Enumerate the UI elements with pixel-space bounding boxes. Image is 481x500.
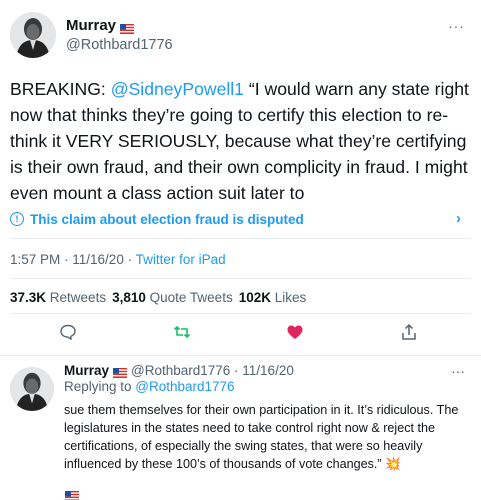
author-name-row[interactable]: Murray [66, 17, 135, 34]
replying-to: Replying to @Rothbard1776 [64, 379, 235, 394]
us-flag-icon [113, 366, 128, 378]
divider [10, 238, 471, 239]
retweets-count: 37.3K [10, 290, 47, 305]
reply-header: Murray @Rothbard1776 · 11/16/20 [64, 363, 294, 378]
more-options-icon[interactable]: ··· [448, 18, 465, 34]
reply-meta[interactable]: @Rothbard1776 · 11/16/20 [131, 363, 294, 378]
author-handle[interactable]: @Rothbard1776 [66, 37, 173, 53]
replying-prefix: Replying to [64, 379, 136, 394]
tweet-source[interactable]: Twitter for iPad [136, 252, 226, 267]
comment-icon [60, 324, 76, 340]
heart-icon [287, 325, 303, 339]
share-icon [402, 323, 416, 340]
tweet-text-prefix: BREAKING: [10, 79, 111, 99]
retweets-stat[interactable]: 37.3K Retweets [10, 290, 106, 305]
more-options-icon[interactable]: ··· [451, 363, 465, 379]
retweets-label: Retweets [49, 290, 107, 305]
replying-to-link[interactable]: @Rothbard1776 [135, 379, 234, 394]
reply-button[interactable] [58, 322, 78, 342]
divider [0, 355, 481, 356]
tweet-meta: 1:57 PM · 11/16/20 · Twitter for iPad [10, 252, 226, 267]
tweet-stats: 37.3K Retweets 3,810 Quote Tweets 102K L… [10, 290, 306, 305]
us-flag-icon [65, 488, 79, 500]
reply-author-name[interactable]: Murray [64, 363, 109, 378]
avatar[interactable] [10, 367, 54, 411]
tweet-text: BREAKING: @SidneyPowell1 “I would warn a… [10, 76, 472, 206]
action-bar [0, 320, 481, 344]
author-name[interactable]: Murray [66, 17, 116, 34]
avatar[interactable] [10, 12, 56, 58]
disputed-claim-notice[interactable]: ! This claim about election fraud is dis… [10, 209, 471, 229]
info-icon: ! [10, 212, 24, 226]
reply-text: sue them themselves for their own partic… [64, 403, 459, 471]
quotes-stat[interactable]: 3,810 Quote Tweets [112, 290, 233, 305]
divider [10, 278, 471, 279]
mention-link[interactable]: @SidneyPowell1 [111, 79, 244, 99]
tweet-time[interactable]: 1:57 PM · 11/16/20 · [10, 252, 136, 267]
divider [10, 313, 471, 314]
retweet-icon [173, 325, 191, 339]
us-flag-icon [120, 21, 135, 34]
likes-label: Likes [274, 290, 307, 305]
share-button[interactable] [399, 322, 419, 342]
likes-stat[interactable]: 102K Likes [239, 290, 307, 305]
chevron-right-icon[interactable]: › [456, 210, 461, 227]
disputed-label[interactable]: This claim about election fraud is dispu… [30, 212, 304, 227]
quotes-count: 3,810 [112, 290, 146, 305]
like-button[interactable] [285, 322, 305, 342]
likes-count: 102K [238, 290, 271, 305]
retweet-button[interactable] [172, 322, 192, 342]
quotes-label: Quote Tweets [149, 290, 233, 305]
